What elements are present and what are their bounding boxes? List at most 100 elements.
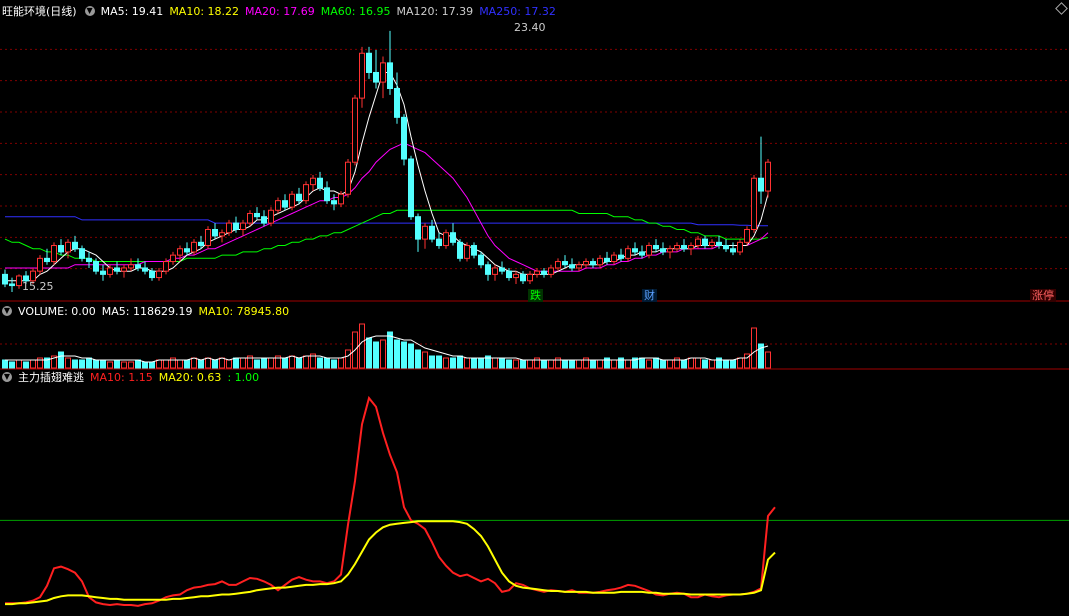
volume-bar	[156, 359, 162, 369]
candle-body	[387, 62, 393, 89]
candle-body	[450, 232, 456, 243]
candle-body	[555, 261, 561, 269]
candle-body	[422, 225, 428, 240]
volume-bar	[226, 359, 232, 369]
osc-ma10-line	[5, 395, 776, 607]
candle-body	[709, 241, 715, 247]
candle-body	[464, 245, 470, 259]
volume-bar	[408, 343, 414, 369]
volume-bar	[436, 355, 442, 369]
volume-bar	[205, 357, 211, 369]
candle-body	[317, 177, 323, 189]
volume-bar	[590, 359, 596, 369]
candle-body	[121, 267, 127, 272]
volume-bar	[114, 359, 120, 369]
volume-bar	[443, 357, 449, 369]
candle-body	[590, 261, 596, 266]
volume-bar	[429, 355, 435, 369]
candle-body	[632, 248, 638, 253]
price-panel[interactable]	[2, 30, 771, 292]
volume-bar	[268, 357, 274, 369]
volume-bar	[576, 359, 582, 369]
candle-body	[191, 241, 197, 253]
volume-bar	[492, 357, 498, 369]
volume-bar	[597, 359, 603, 369]
candle-body	[401, 116, 407, 160]
event-marker-drop[interactable]: 跌	[528, 289, 543, 302]
volume-bar	[282, 357, 288, 369]
candle-body	[443, 232, 449, 247]
oscillator-panel[interactable]	[0, 395, 1069, 607]
volume-ma5-label: MA5: 118629.19	[101, 304, 193, 318]
volume-bar	[359, 323, 365, 369]
volume-bar	[688, 357, 694, 369]
candle-body	[58, 245, 64, 253]
candle-body	[730, 248, 736, 253]
volume-bar	[653, 357, 659, 369]
candle-body	[107, 267, 113, 275]
event-marker-finance[interactable]: 财	[642, 289, 657, 302]
volume-ma5-line	[5, 335, 769, 363]
candle-body	[93, 261, 99, 272]
volume-bar	[681, 359, 687, 369]
volume-bar	[16, 359, 22, 369]
candle-body	[562, 261, 568, 266]
candle-body	[373, 71, 379, 83]
candle-body	[541, 270, 547, 275]
candle-body	[345, 161, 351, 195]
candle-body	[135, 264, 141, 269]
panel-menu-icon[interactable]: ▼	[84, 6, 95, 16]
candle-body	[79, 248, 85, 259]
ma20-label: MA20: 17.69	[245, 4, 315, 18]
candle-body	[744, 229, 750, 243]
candle-body	[758, 177, 764, 192]
candle-body	[492, 267, 498, 275]
volume-bar	[527, 359, 533, 369]
candle-body	[639, 251, 645, 256]
volume-menu-icon[interactable]: ▼	[2, 306, 12, 316]
candle-body	[184, 248, 190, 253]
candle-body	[394, 88, 400, 118]
volume-bar	[562, 359, 568, 369]
event-marker-limit-up[interactable]: 涨停	[1030, 289, 1056, 302]
volume-bar	[58, 351, 64, 369]
volume-bar	[163, 359, 169, 369]
candle-body	[226, 222, 232, 234]
candle-body	[303, 184, 309, 202]
candle-body	[415, 216, 421, 240]
candle-body	[205, 229, 211, 247]
candle-body	[674, 245, 680, 250]
volume-bar	[30, 359, 36, 369]
candle-body	[534, 270, 540, 275]
volume-bar	[233, 357, 239, 369]
candle-body	[429, 225, 435, 240]
volume-bar	[450, 357, 456, 369]
oscillator-menu-icon[interactable]: ▼	[2, 372, 12, 382]
candle-body	[240, 222, 246, 231]
volume-bar	[289, 355, 295, 369]
ma60-label: MA60: 16.95	[320, 4, 391, 18]
candle-body	[618, 254, 624, 259]
volume-bar	[65, 357, 71, 369]
volume-bar	[380, 339, 386, 369]
candle-body	[660, 248, 666, 253]
candle-body	[170, 254, 176, 263]
volume-bar	[730, 359, 736, 369]
stock-title[interactable]: 旺能环境(日线)	[2, 3, 77, 19]
volume-bar	[478, 357, 484, 369]
volume-bar	[415, 349, 421, 369]
volume-bar	[324, 357, 330, 369]
volume-panel[interactable]	[2, 323, 771, 369]
candle-body	[254, 212, 260, 218]
oscillator-title: 主力插翅难逃	[18, 371, 84, 384]
volume-bar	[240, 357, 246, 369]
volume-bar	[121, 361, 127, 369]
candle-body	[611, 254, 617, 263]
volume-bar	[149, 361, 155, 369]
volume-ma10-label: MA10: 78945.80	[198, 304, 290, 318]
volume-bar	[639, 357, 645, 369]
ma10-label: MA10: 18.22	[169, 4, 240, 18]
candle-body	[723, 245, 729, 250]
volume-bar	[660, 359, 666, 369]
candle-body	[569, 264, 575, 269]
